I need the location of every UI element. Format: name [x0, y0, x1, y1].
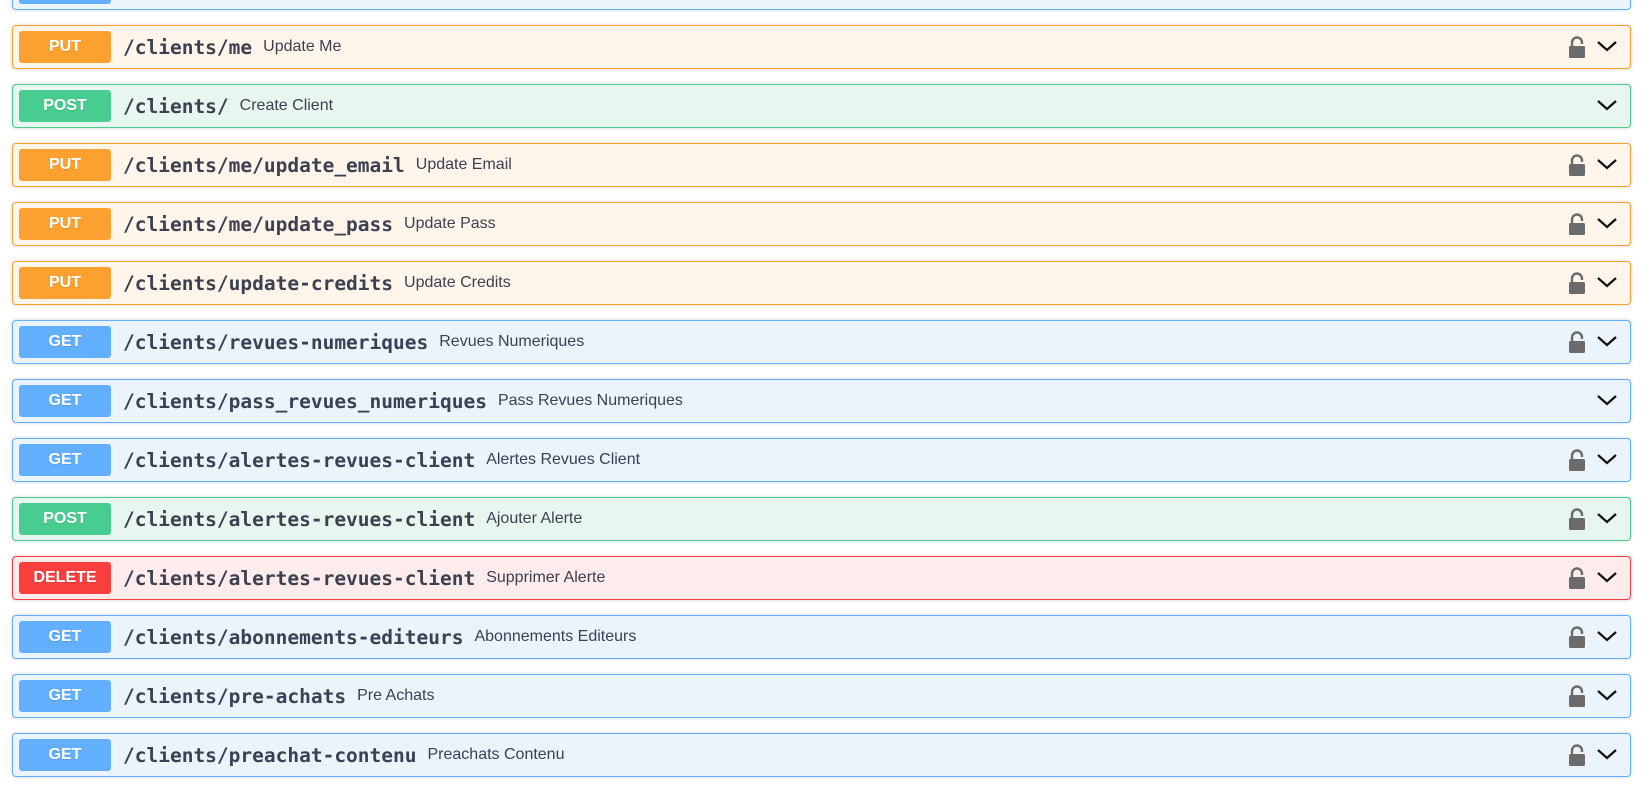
endpoint-summary: Update Email: [415, 156, 512, 173]
endpoint-path: /clients/revues-numeriques: [123, 330, 429, 354]
endpoint-summary: Revues Numeriques: [439, 333, 585, 350]
endpoint-path: /clients/: [123, 94, 229, 118]
endpoint-row[interactable]: DELETE /clients/alertes-revues-client Su…: [12, 556, 1631, 600]
chevron-down-icon[interactable]: [1596, 391, 1618, 409]
endpoint-summary: Update Credits: [404, 274, 511, 291]
endpoint-path: /clients/abonnements-editeurs: [123, 625, 464, 649]
endpoint-summary: Pass Revues Numeriques: [497, 392, 683, 409]
endpoint-path: /clients/preachat-contenu: [123, 743, 417, 767]
lock-icon[interactable]: [1567, 508, 1587, 530]
endpoint-row[interactable]: GET /clients/alertes-revues-client Alert…: [12, 438, 1631, 482]
chevron-down-icon[interactable]: [1596, 450, 1618, 468]
lock-icon[interactable]: [1567, 154, 1587, 176]
method-badge: GET: [19, 444, 111, 476]
endpoint-summary: Alertes Revues Client: [486, 451, 641, 468]
endpoint-row[interactable]: PUT /clients/me/update_pass Update Pass: [12, 202, 1631, 246]
endpoint-row[interactable]: PUT /clients/me/update_email Update Emai…: [12, 143, 1631, 187]
lock-icon[interactable]: [1567, 744, 1587, 766]
lock-icon[interactable]: [1567, 685, 1587, 707]
chevron-down-icon[interactable]: [1596, 155, 1618, 173]
chevron-down-icon[interactable]: [1596, 686, 1618, 704]
method-badge: PUT: [19, 31, 111, 63]
chevron-down-icon[interactable]: [1596, 568, 1618, 586]
chevron-down-icon[interactable]: [1596, 745, 1618, 763]
lock-icon[interactable]: [1567, 449, 1587, 471]
endpoint-list: PUT /clients/me Update Me POST /clients/…: [0, 0, 1649, 798]
endpoint-path: /clients/alertes-revues-client: [123, 507, 476, 531]
chevron-down-icon[interactable]: [1596, 96, 1618, 114]
endpoint-summary: Pre Achats: [357, 687, 435, 704]
endpoint-row[interactable]: GET /clients/revues-numeriques Revues Nu…: [12, 320, 1631, 364]
lock-icon[interactable]: [1567, 331, 1587, 353]
chevron-down-icon[interactable]: [1596, 509, 1618, 527]
method-badge: GET: [19, 326, 111, 358]
endpoint-path: /clients/pre-achats: [123, 684, 347, 708]
chevron-down-icon[interactable]: [1596, 273, 1618, 291]
method-badge: POST: [19, 503, 111, 535]
method-badge: PUT: [19, 208, 111, 240]
endpoint-summary: Preachats Contenu: [427, 746, 565, 763]
lock-icon[interactable]: [1567, 626, 1587, 648]
endpoint-path: /clients/me: [123, 35, 253, 59]
endpoint-summary: Update Me: [263, 38, 342, 55]
method-badge: DELETE: [19, 562, 111, 594]
endpoint-path: /clients/me/update_email: [123, 153, 405, 177]
method-badge: [19, 0, 111, 4]
endpoint-row[interactable]: PUT /clients/update-credits Update Credi…: [12, 261, 1631, 305]
lock-icon[interactable]: [1567, 567, 1587, 589]
chevron-down-icon[interactable]: [1596, 627, 1618, 645]
endpoint-row[interactable]: POST /clients/alertes-revues-client Ajou…: [12, 497, 1631, 541]
endpoint-path: /clients/update-credits: [123, 271, 394, 295]
method-badge: GET: [19, 739, 111, 771]
chevron-down-icon[interactable]: [1596, 214, 1618, 232]
endpoint-row[interactable]: GET /clients/pre-achats Pre Achats: [12, 674, 1631, 718]
endpoint-row[interactable]: GET /clients/abonnements-editeurs Abonne…: [12, 615, 1631, 659]
method-badge: GET: [19, 621, 111, 653]
endpoint-summary: Abonnements Editeurs: [474, 628, 637, 645]
endpoint-summary: Create Client: [239, 97, 334, 114]
lock-icon[interactable]: [1567, 272, 1587, 294]
endpoint-path: /clients/me/update_pass: [123, 212, 394, 236]
method-badge: PUT: [19, 267, 111, 299]
method-badge: PUT: [19, 149, 111, 181]
lock-icon[interactable]: [1567, 213, 1587, 235]
endpoint-row-partial[interactable]: [12, 0, 1631, 10]
endpoint-summary: Supprimer Alerte: [486, 569, 606, 586]
endpoint-path: /clients/pass_revues_numeriques: [123, 389, 487, 413]
method-badge: GET: [19, 680, 111, 712]
endpoint-summary: Update Pass: [404, 215, 496, 232]
endpoint-row[interactable]: GET /clients/pass_revues_numeriques Pass…: [12, 379, 1631, 423]
chevron-down-icon[interactable]: [1596, 37, 1618, 55]
endpoint-row[interactable]: PUT /clients/me Update Me: [12, 25, 1631, 69]
method-badge: POST: [19, 90, 111, 122]
endpoint-row[interactable]: POST /clients/ Create Client: [12, 84, 1631, 128]
endpoint-row[interactable]: GET /clients/preachat-contenu Preachats …: [12, 733, 1631, 777]
lock-icon[interactable]: [1567, 36, 1587, 58]
endpoint-path: /clients/alertes-revues-client: [123, 566, 476, 590]
chevron-down-icon[interactable]: [1596, 332, 1618, 350]
endpoint-path: /clients/alertes-revues-client: [123, 448, 476, 472]
endpoint-summary: Ajouter Alerte: [486, 510, 583, 527]
method-badge: GET: [19, 385, 111, 417]
